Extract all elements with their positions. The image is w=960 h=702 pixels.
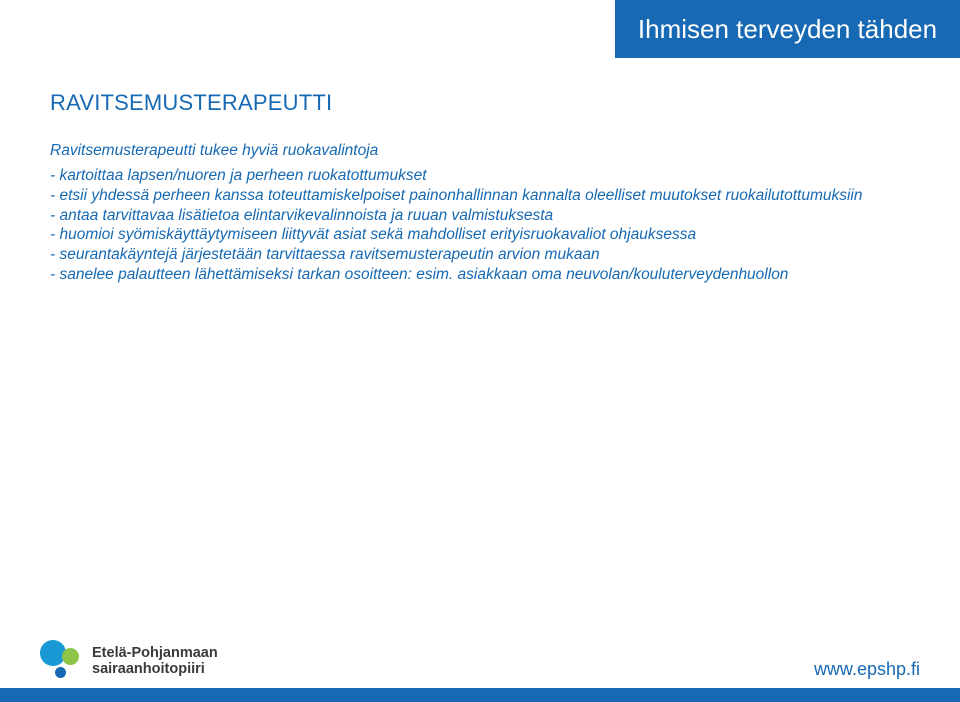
bullet-list: - kartoittaa lapsen/nuoren ja perheen ru… [50, 166, 910, 285]
logo-dot-icon [55, 667, 66, 678]
footer-website: www.epshp.fi [814, 659, 920, 680]
footer: Etelä-Pohjanmaan sairaanhoitopiiri www.e… [0, 612, 960, 702]
header-tagline: Ihmisen terveyden tähden [638, 14, 937, 45]
list-item: - etsii yhdessä perheen kanssa toteuttam… [50, 186, 910, 206]
slide-subtitle: Ravitsemusterapeutti tukee hyviä ruokava… [50, 142, 910, 160]
slide-title: RAVITSEMUSTERAPEUTTI [50, 90, 910, 116]
list-item: - antaa tarvittavaa lisätietoa elintarvi… [50, 206, 910, 226]
organization-name-line1: Etelä-Pohjanmaan [92, 646, 218, 662]
logo-dot-icon [62, 648, 79, 665]
organization-name-line2: sairaanhoitopiiri [92, 662, 218, 678]
content-area: RAVITSEMUSTERAPEUTTI Ravitsemusterapeutt… [50, 90, 910, 285]
logo-mark-icon [38, 640, 82, 684]
footer-bar [0, 688, 960, 702]
slide: Ihmisen terveyden tähden RAVITSEMUSTERAP… [0, 0, 960, 702]
header-banner: Ihmisen terveyden tähden [615, 0, 960, 58]
organization-name: Etelä-Pohjanmaan sairaanhoitopiiri [92, 646, 218, 678]
list-item: - kartoittaa lapsen/nuoren ja perheen ru… [50, 166, 910, 186]
list-item: - sanelee palautteen lähettämiseksi tark… [50, 265, 910, 285]
list-item: - huomioi syömiskäyttäytymiseen liittyvä… [50, 225, 910, 245]
list-item: - seurantakäyntejä järjestetään tarvitta… [50, 245, 910, 265]
organization-logo: Etelä-Pohjanmaan sairaanhoitopiiri [38, 640, 218, 684]
